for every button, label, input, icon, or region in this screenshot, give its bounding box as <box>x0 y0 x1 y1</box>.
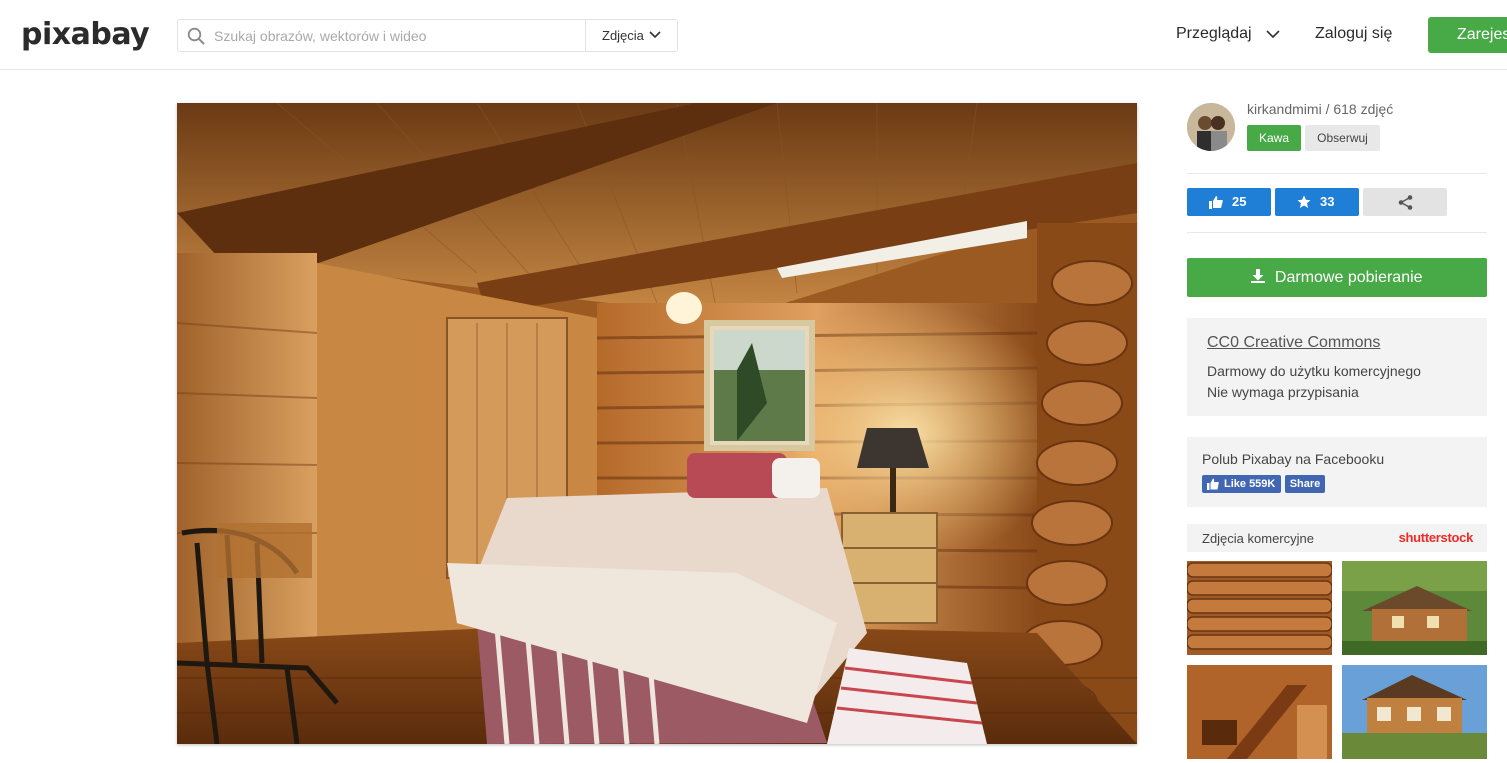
log-interior-thumbnail <box>1187 665 1332 759</box>
download-icon <box>1251 269 1266 283</box>
shutterstock-logo[interactable]: shutterstock <box>1399 530 1474 545</box>
follow-button[interactable]: Obserwuj <box>1305 125 1380 151</box>
log-home-exterior-thumbnail <box>1342 665 1487 759</box>
commercial-thumbnail[interactable] <box>1342 561 1487 655</box>
license-line-attribution: Nie wymaga przypisania <box>1207 384 1359 400</box>
divider <box>1187 173 1487 174</box>
top-header: pixabay Zdjęcia Przeglądaj Zaloguj się Z… <box>0 0 1507 70</box>
facebook-box: Polub Pixabay na Facebooku Like 559K Sha… <box>1187 437 1487 507</box>
search-type-label: Zdjęcia <box>602 28 644 43</box>
star-icon <box>1297 195 1311 208</box>
share-button[interactable] <box>1363 188 1447 216</box>
chevron-down-icon <box>649 31 661 39</box>
commercial-label: Zdjęcia komercyjne <box>1202 531 1314 546</box>
search-input[interactable] <box>214 20 584 51</box>
facebook-like-label: Like 559K <box>1224 478 1276 490</box>
like-count: 25 <box>1232 194 1247 209</box>
search-bar: Zdjęcia <box>177 19 678 52</box>
join-button[interactable]: Zarejes <box>1428 17 1507 53</box>
license-line-commercial: Darmowy do użytku komercyjnego <box>1207 363 1421 379</box>
log-wall-thumbnail <box>1187 561 1332 655</box>
download-button[interactable]: Darmowe pobieranie <box>1187 258 1487 297</box>
main-photo[interactable] <box>177 103 1137 744</box>
favorite-count: 33 <box>1320 194 1335 209</box>
commercial-thumbnail[interactable] <box>1342 665 1487 759</box>
download-label: Darmowe pobieranie <box>1274 269 1423 286</box>
browse-label: Przeglądaj <box>1176 25 1252 42</box>
browse-menu[interactable]: Przeglądaj <box>1176 25 1280 43</box>
facebook-like-button[interactable]: Like 559K <box>1202 475 1281 493</box>
commercial-header: Zdjęcia komercyjne shutterstock <box>1187 524 1487 552</box>
divider <box>1187 232 1487 233</box>
chevron-down-icon <box>1266 30 1280 38</box>
license-box: CC0 Creative Commons Darmowy do użytku k… <box>1187 318 1487 416</box>
thumbs-up-icon <box>1209 196 1223 209</box>
commercial-thumbnail[interactable] <box>1187 665 1332 759</box>
facebook-thumb-icon <box>1207 478 1219 490</box>
author-avatar[interactable] <box>1187 103 1235 151</box>
bedroom-photo <box>177 103 1137 744</box>
login-link[interactable]: Zaloguj się <box>1315 25 1392 43</box>
favorite-button[interactable]: 33 <box>1275 188 1359 216</box>
search-icon[interactable] <box>187 27 205 45</box>
like-button[interactable]: 25 <box>1187 188 1271 216</box>
share-icon <box>1398 195 1413 210</box>
facebook-share-button[interactable]: Share <box>1285 475 1325 493</box>
author-info[interactable]: kirkandmimi / 618 zdjęć <box>1247 101 1393 117</box>
log-house-thumbnail <box>1342 561 1487 655</box>
coffee-button[interactable]: Kawa <box>1247 125 1301 151</box>
avatar-icon <box>1187 103 1235 151</box>
license-title[interactable]: CC0 Creative Commons <box>1207 334 1467 352</box>
facebook-text: Polub Pixabay na Facebooku <box>1202 451 1385 467</box>
search-type-dropdown[interactable]: Zdjęcia <box>585 20 677 51</box>
pixabay-logo[interactable]: pixabay <box>21 17 150 52</box>
commercial-thumbnail[interactable] <box>1187 561 1332 655</box>
